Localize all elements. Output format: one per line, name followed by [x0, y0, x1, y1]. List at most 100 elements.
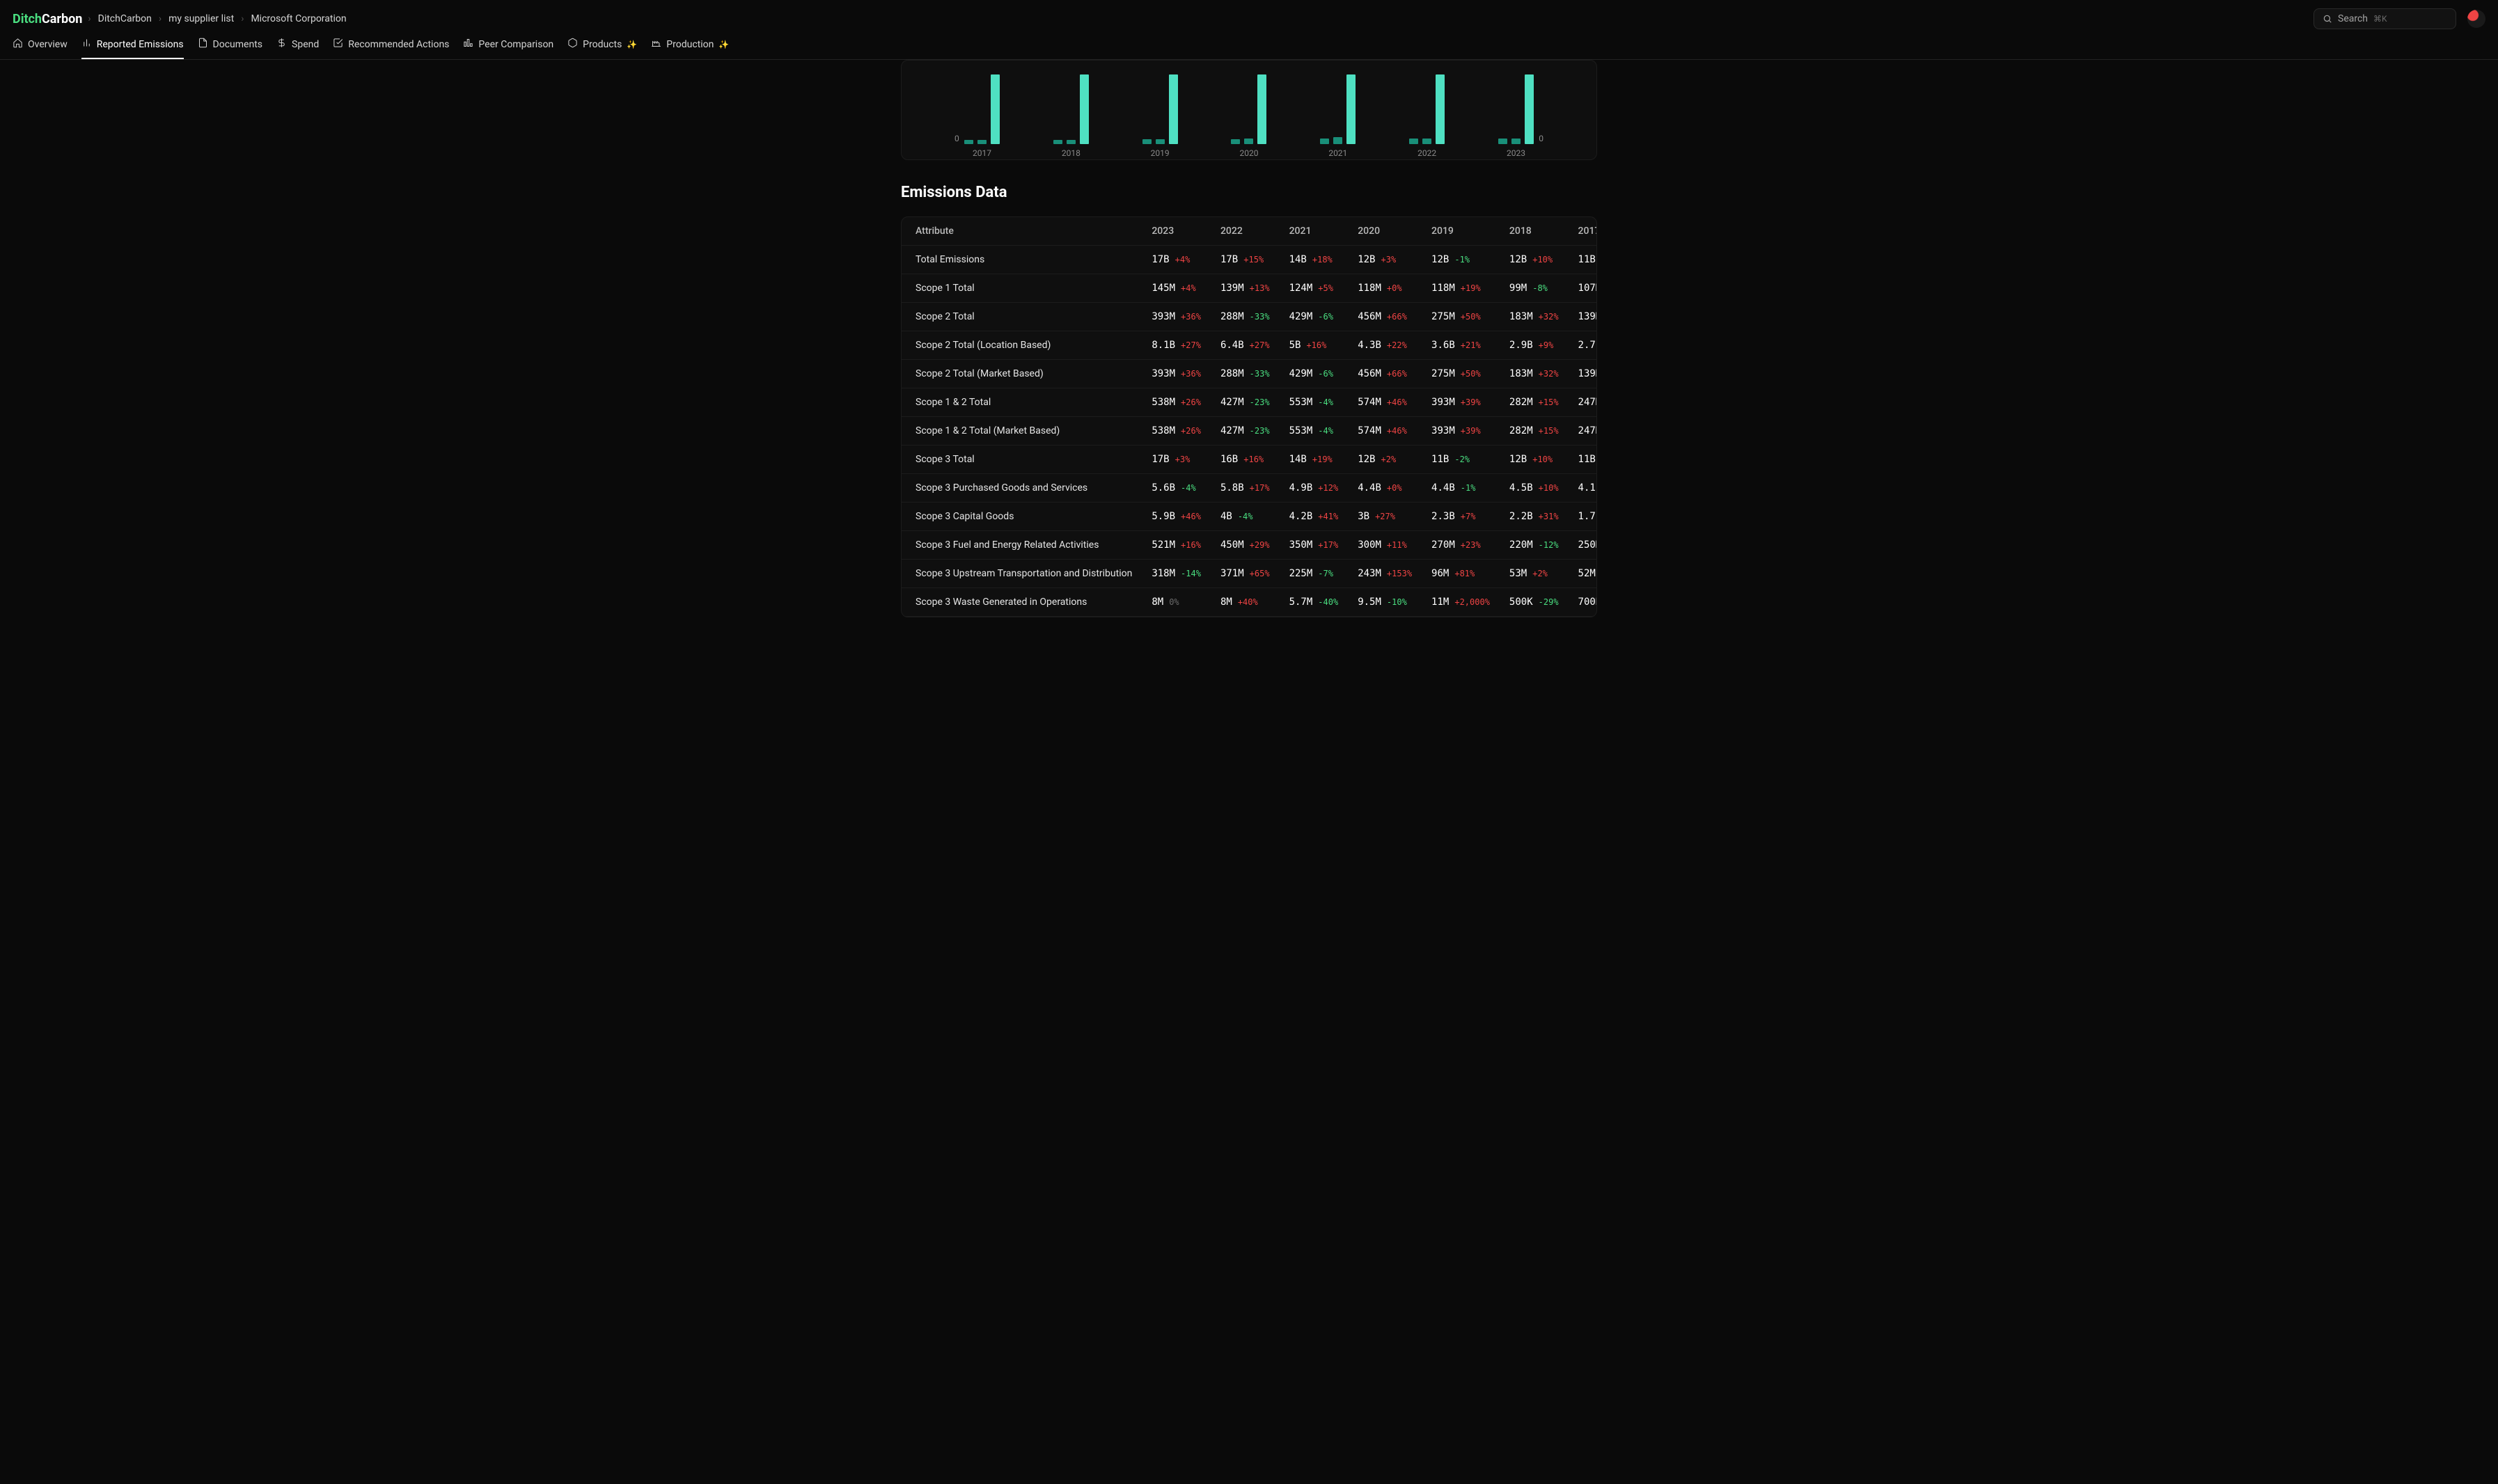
- cell-value: 247M: [1578, 425, 1597, 436]
- avatar[interactable]: [2467, 10, 2485, 28]
- cell-delta: +27%: [1375, 512, 1395, 521]
- chart-bar[interactable]: [1525, 74, 1534, 144]
- cell-value: 12B: [1509, 254, 1527, 265]
- data-cell: 500K-29%: [1500, 588, 1569, 617]
- chart-bar[interactable]: [1422, 139, 1431, 144]
- cell-delta: -23%: [1250, 397, 1270, 407]
- data-cell: 429M-6%: [1280, 303, 1349, 331]
- data-cell: 300M+11%: [1348, 531, 1422, 560]
- tab-peer-comparison[interactable]: Peer Comparison: [463, 38, 553, 59]
- chart-bar[interactable]: [1320, 139, 1329, 144]
- cell-value: 4.1B: [1578, 482, 1597, 494]
- table-column-header: 2020: [1348, 217, 1422, 246]
- chart-bar[interactable]: [1409, 139, 1418, 144]
- cell-delta: -23%: [1250, 426, 1270, 436]
- chart-bar[interactable]: [977, 140, 987, 144]
- chart-bar[interactable]: [1080, 74, 1089, 144]
- chart-bar[interactable]: [1498, 139, 1507, 144]
- cell-value: 12B: [1509, 454, 1527, 465]
- table-row: Scope 3 Capital Goods5.9B+46%4B-4%4.2B+4…: [902, 503, 1597, 531]
- data-cell: 183M+32%: [1500, 303, 1569, 331]
- table-row: Scope 1 & 2 Total (Market Based)538M+26%…: [902, 417, 1597, 445]
- chart-bar[interactable]: [1436, 74, 1445, 144]
- data-cell: 553M-4%: [1280, 388, 1349, 417]
- data-cell: 1.7B: [1569, 503, 1597, 531]
- data-cell: 700K: [1569, 588, 1597, 617]
- cell-value: 288M: [1220, 311, 1244, 322]
- data-cell: 145M+4%: [1142, 274, 1211, 303]
- attribute-cell: Scope 1 & 2 Total: [902, 388, 1142, 417]
- chart-bar[interactable]: [991, 74, 1000, 144]
- chart-y-axis-zero-left: 0: [955, 134, 959, 143]
- cell-value: 350M: [1289, 539, 1313, 551]
- chart-bar[interactable]: [1333, 137, 1342, 144]
- table-header-row: Attribute2023202220212020201920182017: [902, 217, 1597, 246]
- data-cell: 4.4B+0%: [1348, 474, 1422, 503]
- data-cell: 11B: [1569, 246, 1597, 274]
- chart-year-group: 2018: [1053, 74, 1089, 144]
- breadcrumb-item[interactable]: my supplier list: [168, 13, 234, 24]
- chart-x-tick: 2022: [1417, 148, 1436, 158]
- cell-value: 521M: [1152, 539, 1175, 551]
- cell-delta: +29%: [1250, 540, 1270, 550]
- attribute-cell: Scope 3 Upstream Transportation and Dist…: [902, 560, 1142, 588]
- chart-x-tick: 2018: [1062, 148, 1081, 158]
- cell-delta: -4%: [1238, 512, 1253, 521]
- cell-value: 3B: [1358, 511, 1369, 522]
- cell-value: 393M: [1431, 397, 1455, 408]
- box-icon: [567, 38, 578, 51]
- table-column-header: 2017: [1569, 217, 1597, 246]
- cell-value: 427M: [1220, 425, 1244, 436]
- tab-production[interactable]: Production✨: [651, 38, 729, 59]
- data-cell: 2.2B+31%: [1500, 503, 1569, 531]
- chart-bar[interactable]: [1053, 140, 1062, 144]
- cell-value: 275M: [1431, 368, 1455, 379]
- chart-bar[interactable]: [1244, 139, 1253, 144]
- cell-delta: -33%: [1250, 312, 1270, 322]
- cell-delta: +11%: [1387, 540, 1407, 550]
- chart-bar[interactable]: [1257, 74, 1266, 144]
- cell-value: 124M: [1289, 283, 1313, 294]
- chart-year-group: 2021: [1320, 74, 1356, 144]
- cell-value: 225M: [1289, 568, 1313, 579]
- cell-delta: +26%: [1181, 426, 1201, 436]
- data-cell: 282M+15%: [1500, 417, 1569, 445]
- cell-value: 282M: [1509, 425, 1533, 436]
- tab-spend[interactable]: Spend: [276, 38, 319, 59]
- chart-bar[interactable]: [1067, 140, 1076, 144]
- breadcrumb-item[interactable]: DitchCarbon: [98, 13, 152, 24]
- tab-recommended-actions[interactable]: Recommended Actions: [333, 38, 449, 59]
- chart-bar[interactable]: [964, 140, 973, 144]
- chart-bar[interactable]: [1346, 74, 1356, 144]
- cell-value: 52M: [1578, 568, 1596, 579]
- cell-value: 574M: [1358, 397, 1381, 408]
- search-input[interactable]: Search ⌘K: [2314, 8, 2456, 29]
- tab-documents[interactable]: Documents: [198, 38, 262, 59]
- cell-value: 700K: [1578, 597, 1597, 608]
- breadcrumb-item[interactable]: Microsoft Corporation: [251, 13, 346, 24]
- cell-value: 288M: [1220, 368, 1244, 379]
- data-cell: 4.4B-1%: [1422, 474, 1500, 503]
- data-cell: 11M+2,000%: [1422, 588, 1500, 617]
- brand-logo[interactable]: DitchCarbon: [13, 12, 82, 26]
- cell-value: 450M: [1220, 539, 1244, 551]
- chart-bar[interactable]: [1511, 139, 1521, 144]
- data-cell: 538M+26%: [1142, 417, 1211, 445]
- cell-value: 11B: [1431, 454, 1449, 465]
- data-cell: 350M+17%: [1280, 531, 1349, 560]
- tab-overview[interactable]: Overview: [13, 38, 68, 59]
- chart-bar[interactable]: [1231, 139, 1240, 144]
- cell-delta: +50%: [1461, 369, 1481, 379]
- table-row: Scope 2 Total393M+36%288M-33%429M-6%456M…: [902, 303, 1597, 331]
- cell-value: 107M: [1578, 283, 1597, 294]
- tab-reported-emissions[interactable]: Reported Emissions: [81, 38, 184, 59]
- chart-bar[interactable]: [1156, 139, 1165, 144]
- data-cell: 139M+13%: [1211, 274, 1280, 303]
- data-cell: 574M+46%: [1348, 417, 1422, 445]
- doc-icon: [198, 38, 208, 51]
- data-cell: 12B+10%: [1500, 445, 1569, 474]
- data-cell: 118M+19%: [1422, 274, 1500, 303]
- tab-products[interactable]: Products✨: [567, 38, 637, 59]
- chart-bar[interactable]: [1169, 74, 1178, 144]
- chart-bar[interactable]: [1142, 139, 1152, 144]
